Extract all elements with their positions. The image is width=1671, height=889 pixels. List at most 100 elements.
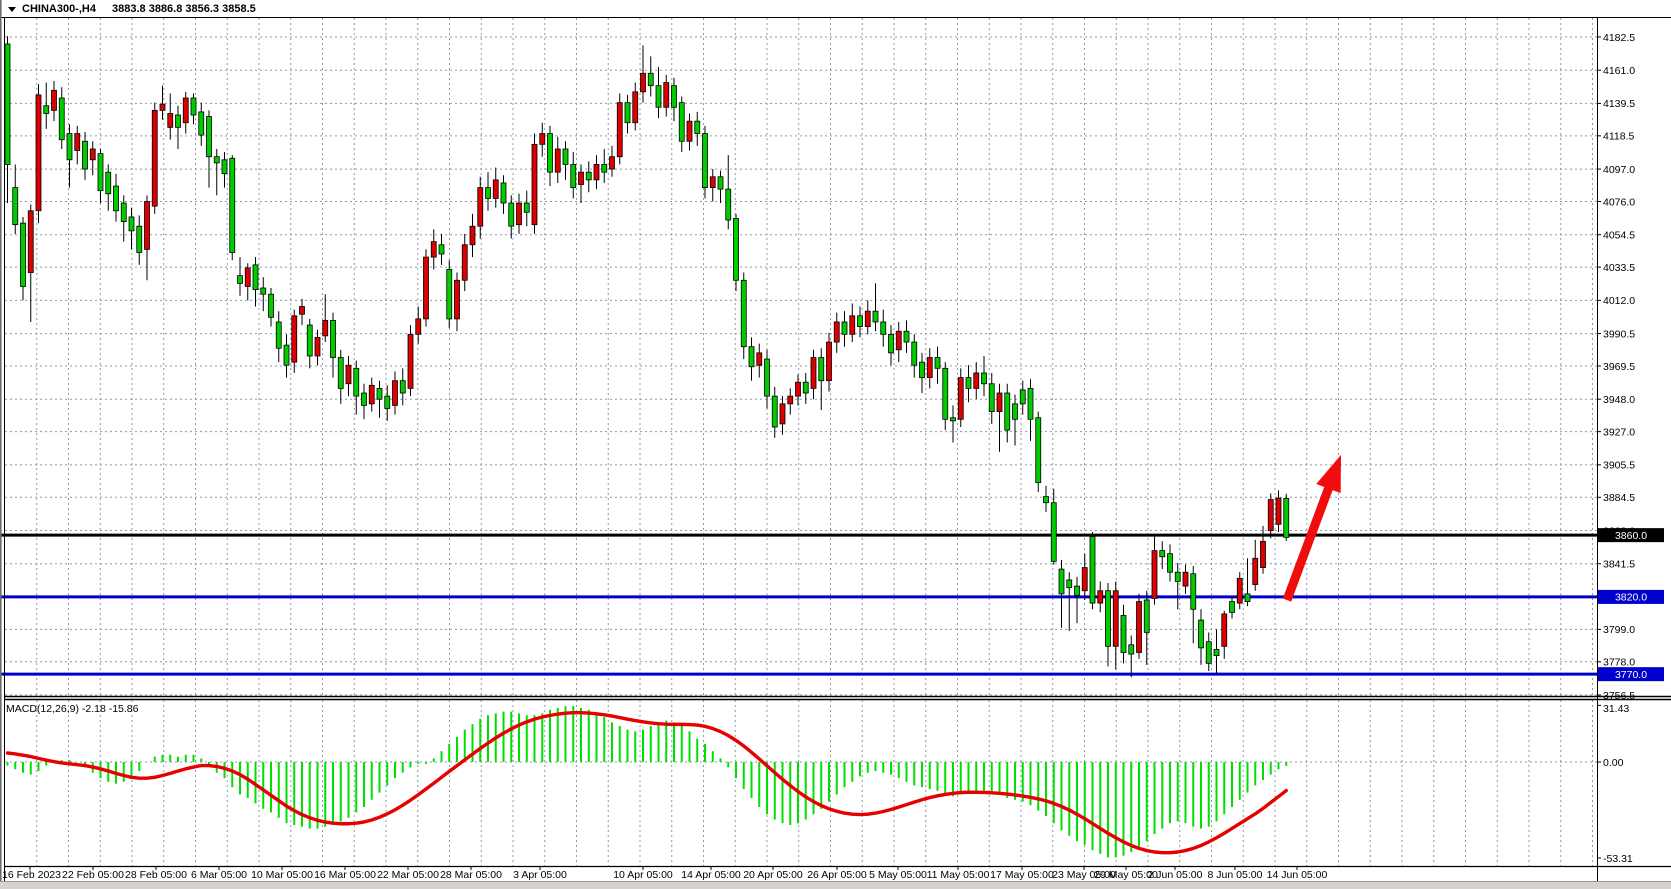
candle-body: [137, 226, 142, 252]
date-label: 14 Apr 05:00: [681, 869, 741, 881]
price-badge-label: 3860.0: [1615, 530, 1647, 542]
candle-body: [1253, 558, 1258, 584]
date-label: 8 Jun 05:00: [1208, 869, 1263, 881]
candle-body: [455, 280, 460, 319]
date-label: 17 May 05:00: [990, 869, 1054, 881]
candle-body: [199, 112, 204, 135]
candle-body: [951, 418, 956, 421]
candle-body: [354, 368, 359, 396]
candle-body: [160, 104, 165, 110]
candle-body: [920, 362, 925, 377]
candle-body: [966, 378, 971, 389]
date-label: 2 Jun 05:00: [1148, 869, 1203, 881]
candle-body: [1044, 497, 1049, 503]
candle-body: [36, 95, 41, 211]
candle-body: [927, 358, 932, 378]
candle-body: [827, 342, 832, 381]
candle-body: [338, 358, 343, 389]
date-label: 10 Apr 05:00: [613, 869, 673, 881]
date-label: 3 Apr 05:00: [513, 869, 567, 881]
trend-arrow-shaft[interactable]: [1287, 485, 1330, 600]
date-label: 16 Feb 2023: [2, 869, 61, 881]
candle-body: [1144, 600, 1149, 632]
candle-body: [555, 149, 560, 172]
candle-body: [687, 121, 692, 141]
candle-body: [478, 188, 483, 227]
mt4-chart-window: 4182.54161.04139.54118.54097.04076.04054…: [0, 0, 1671, 889]
price-axis-label: 3778.0: [1603, 657, 1635, 669]
price-axis-label: 4012.0: [1603, 295, 1635, 307]
candle-body: [1090, 537, 1095, 603]
trend-arrow-head[interactable]: [1316, 455, 1341, 493]
candle-body: [850, 316, 855, 335]
candle-body: [741, 280, 746, 346]
candle-body: [1075, 586, 1080, 595]
candle-body: [253, 265, 258, 290]
candle-body: [540, 134, 545, 145]
price-axis-label: 3927.0: [1603, 426, 1635, 438]
price-axis-label: 3969.5: [1603, 361, 1635, 373]
date-label: 28 Feb 05:00: [125, 869, 187, 881]
candle-body: [416, 319, 421, 334]
candle-body: [819, 358, 824, 381]
candle-body: [183, 98, 188, 123]
candle-body: [439, 245, 444, 254]
candle-body: [1168, 554, 1173, 573]
candle-body: [617, 103, 622, 157]
price-axis-label: 3884.5: [1603, 492, 1635, 504]
candle-body: [307, 325, 312, 356]
candle-body: [1020, 390, 1025, 404]
date-label: 20 Apr 05:00: [743, 869, 803, 881]
price-axis-label: 4033.5: [1603, 262, 1635, 274]
price-axis-label: 4161.0: [1603, 65, 1635, 77]
candle-body: [114, 186, 119, 211]
chart-title-symbol: CHINA300-,H4: [22, 3, 97, 15]
candle-body: [1152, 551, 1157, 599]
date-label: 28 Mar 05:00: [440, 869, 502, 881]
price-badge-label: 3770.0: [1615, 669, 1647, 681]
candle-body: [532, 144, 537, 224]
candle-body: [1222, 614, 1227, 646]
candle-body: [245, 268, 250, 287]
candle-body: [1214, 649, 1219, 655]
candle-body: [904, 331, 909, 342]
macd-axis-label: 31.43: [1603, 703, 1629, 715]
date-label: 26 Apr 05:00: [807, 869, 867, 881]
candle-body: [300, 307, 305, 315]
candle-body: [315, 337, 320, 356]
candle-body: [462, 245, 467, 281]
candle-body: [548, 134, 553, 173]
candle-body: [610, 157, 615, 169]
window-footer-strip: [0, 882, 1671, 889]
candle-body: [152, 110, 157, 206]
candle-body: [579, 172, 584, 184]
candle-body: [292, 316, 297, 362]
symbol-dropdown-icon[interactable]: [8, 7, 16, 12]
price-axis-label: 4076.0: [1603, 196, 1635, 208]
candle-body: [796, 382, 801, 396]
date-label: 10 Mar 05:00: [251, 869, 313, 881]
candle-body: [1028, 388, 1033, 419]
date-label: 6 Mar 05:00: [191, 869, 247, 881]
candle-body: [641, 73, 646, 92]
candle-body: [726, 189, 731, 220]
candle-body: [44, 106, 49, 114]
candle-body: [982, 373, 987, 384]
candle-body: [176, 115, 181, 127]
candle-body: [238, 276, 243, 284]
candle-body: [424, 257, 429, 319]
candle-body: [493, 180, 498, 199]
candle-body: [718, 177, 723, 189]
candle-body: [1098, 591, 1103, 603]
candle-body: [509, 203, 514, 226]
candle-body: [1261, 541, 1266, 567]
candle-body: [1013, 404, 1018, 419]
candle-body: [83, 141, 88, 169]
candle-body: [772, 396, 777, 427]
candle-body: [191, 98, 196, 115]
candle-body: [400, 381, 405, 393]
date-label: 22 Mar 05:00: [377, 869, 439, 881]
candle-body: [222, 160, 227, 174]
candle-body: [586, 172, 591, 180]
date-label: 16 Mar 05:00: [314, 869, 376, 881]
